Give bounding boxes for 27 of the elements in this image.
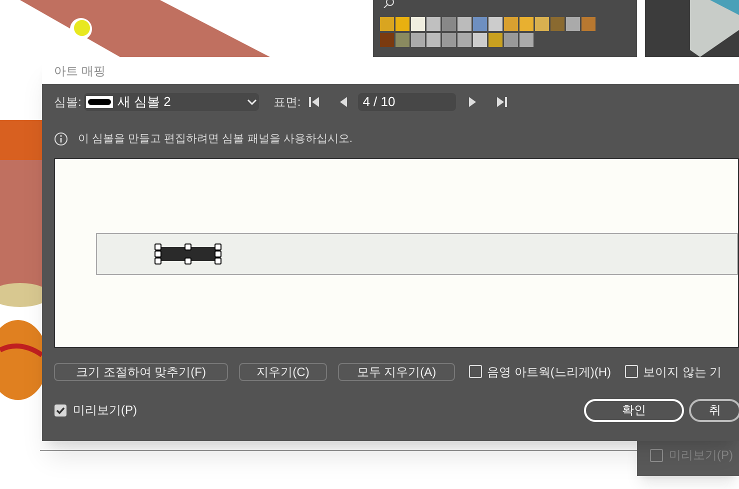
symbol-label: 심볼: [54, 94, 82, 111]
cube-artwork-drawing [690, 0, 739, 57]
dialog-button[interactable]: 크기 조절하여 맞추기(F) [54, 362, 228, 380]
dialog-button[interactable]: 모두 지우기(A) [338, 362, 455, 380]
preview-label: 미리보기(P) [73, 402, 137, 419]
search-icon [383, 0, 395, 8]
checkbox-icon[interactable] [469, 365, 482, 378]
info-icon [54, 132, 68, 146]
first-page-icon[interactable] [308, 96, 320, 108]
symbol-swatch-icon [86, 96, 114, 108]
dialog-button[interactable]: 취 [689, 398, 739, 422]
info-message: 이 심볼을 만들고 편집하려면 심볼 패널을 사용하십시오. [78, 132, 352, 147]
selected-symbol-drawing [154, 243, 223, 265]
symbol-dropdown[interactable]: 새 심볼 2 [84, 93, 260, 111]
surface-field[interactable]: 4 / 10 [358, 93, 456, 111]
last-page-icon[interactable] [496, 96, 508, 108]
dialog-button[interactable]: 지우기(C) [239, 362, 327, 380]
option-label: 보이지 않는 기 [642, 364, 722, 380]
previous-page-icon[interactable] [338, 96, 348, 108]
next-page-icon[interactable] [468, 96, 478, 108]
option-label: 음영 아트웍(느리게)(H) [487, 364, 611, 380]
surface-label: 표면: [273, 94, 301, 111]
checkbox-checked-icon[interactable] [54, 404, 67, 416]
window-title: 아트 매핑 [54, 62, 106, 80]
checkbox-icon[interactable] [624, 365, 638, 378]
dialog-button[interactable]: 확인 [584, 398, 684, 422]
chevron-down-icon [247, 99, 258, 105]
